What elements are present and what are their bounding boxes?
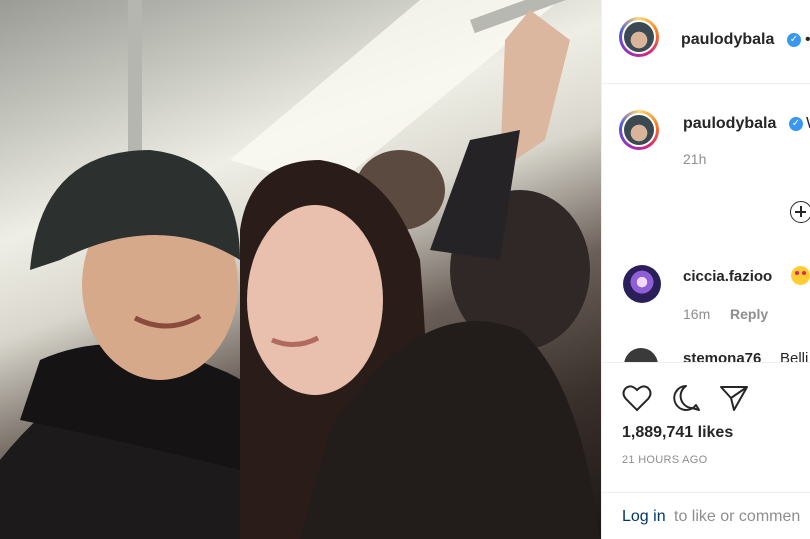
post-header: paulodybala ✓ • [602, 0, 810, 84]
caption-username[interactable]: paulodybala [683, 115, 776, 133]
login-link[interactable]: Log in [622, 508, 666, 526]
caption-verified-icon: ✓ [789, 117, 803, 131]
share-send-icon[interactable] [719, 384, 749, 412]
header-username[interactable]: paulodybala [681, 31, 774, 49]
load-more-comments-icon[interactable] [790, 201, 810, 223]
caption-time[interactable]: 21h [683, 151, 706, 167]
like-heart-icon[interactable] [622, 384, 652, 412]
post-actions-section: 1,889,741 likes 21 HOURS AGO Log in to l… [602, 362, 810, 539]
options-menu-icon[interactable]: • [805, 31, 810, 49]
verified-badge-icon: ✓ [787, 33, 801, 47]
post-side-panel: paulodybala ✓ • paulodybala ✓ W 21h cicc… [601, 0, 810, 539]
login-prompt-text: to like or commen [674, 508, 801, 525]
header-avatar[interactable] [619, 17, 659, 57]
caption-text: W [806, 115, 810, 133]
comment-time[interactable]: 16m [683, 306, 710, 322]
post-photo-illustration [0, 0, 600, 539]
comment-avatar[interactable] [623, 265, 661, 303]
login-footer: Log in to like or commen [602, 492, 810, 539]
caption-avatar[interactable] [619, 110, 659, 150]
heart-eyes-emoji-icon [791, 266, 810, 285]
comment-bubble-icon[interactable] [671, 384, 701, 412]
post-timestamp[interactable]: 21 HOURS AGO [622, 454, 708, 466]
comment-reply-button[interactable]: Reply [730, 306, 768, 322]
likes-count[interactable]: 1,889,741 likes [622, 424, 733, 442]
post-photo[interactable] [0, 0, 601, 539]
comment-username[interactable]: ciccia.fazioo [683, 268, 772, 285]
